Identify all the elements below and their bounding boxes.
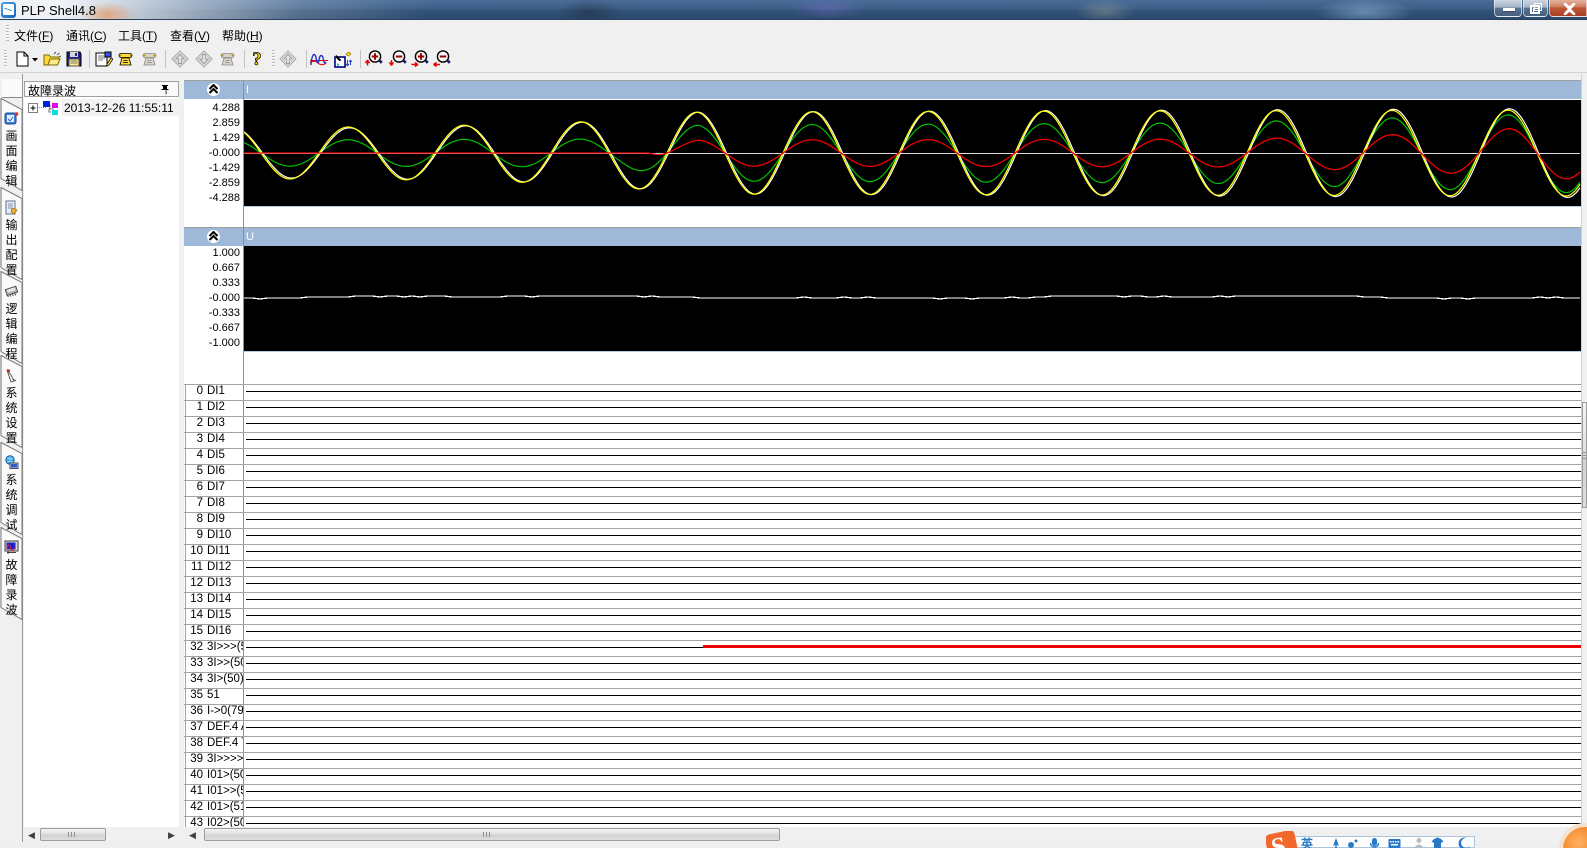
svg-text:?: ?	[252, 50, 262, 68]
svg-text:英: 英	[1301, 837, 1314, 848]
